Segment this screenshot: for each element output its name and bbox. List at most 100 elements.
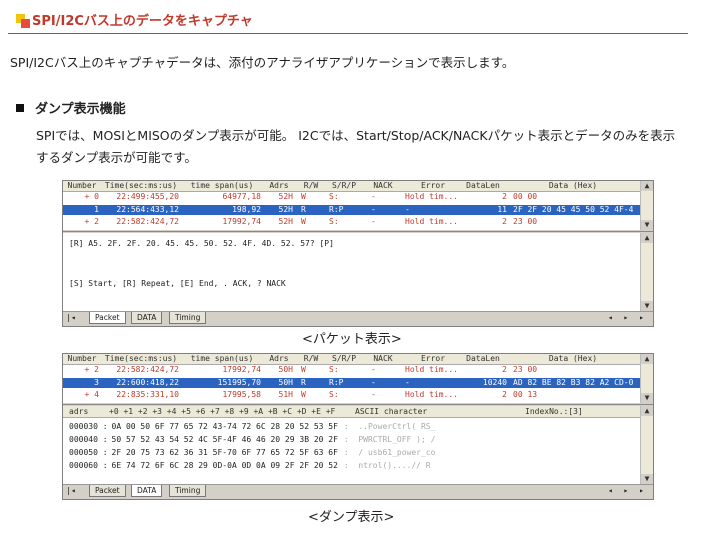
scroll-up-icon[interactable]: ▲ — [641, 354, 653, 364]
cell-rw: R — [301, 204, 306, 214]
dump-view-caption: <ダンプ表示> — [308, 510, 395, 525]
grid-scrollbar[interactable]: ▲ ▼ — [640, 354, 653, 403]
dump-hex-bytes: 2F 20 75 73 62 36 31 5F-70 6F 77 65 72 5… — [111, 448, 338, 457]
cell-datalen: 2 — [502, 192, 507, 201]
tab-data[interactable]: DATA — [131, 312, 163, 324]
column-header-number[interactable]: Number — [65, 181, 99, 191]
cell-datalen: 2 — [502, 365, 507, 374]
cell-error: Hold tim... — [405, 365, 458, 374]
column-header-nack[interactable]: NACK — [371, 181, 395, 191]
cell-time: 22:600:418,22 — [116, 377, 179, 387]
hex-dump-line: 000060 :6E 74 72 6F 6C 28 29 0D-0A 0D 0A… — [69, 461, 431, 470]
column-header-number[interactable]: Number — [65, 354, 99, 364]
cell-adrs: 50H — [278, 377, 293, 387]
dump-ascii: : ntrol()....// R — [343, 461, 431, 470]
cell-adrs: 52H — [278, 204, 293, 214]
cell-srp: R:P — [329, 204, 344, 214]
cell-time: 22:564:433,12 — [116, 204, 179, 214]
packet-row[interactable]: 3 22:600:418,22 151995,70 50H R R:P - - 10240 AD … — [63, 377, 641, 388]
scroll-down-icon[interactable]: ▼ — [641, 474, 653, 484]
cell-error: - — [405, 377, 410, 387]
cell-srp: S: — [329, 390, 339, 399]
scroll-down-icon[interactable]: ▼ — [641, 220, 653, 230]
column-header-datalen[interactable]: DataLen — [459, 181, 507, 191]
packet-row[interactable]: + 2 22:582:424,72 17992,74 52H W S: - Hold tim.… — [63, 217, 641, 227]
cell-datalen: 2 — [502, 217, 507, 226]
grid-scrollbar[interactable]: ▲ ▼ — [640, 181, 653, 230]
packet-row[interactable]: + 0 22:499:455,20 64977,18 52H W S: - Hold tim.… — [63, 192, 641, 202]
column-header-error[interactable]: Error — [405, 181, 461, 191]
scroll-down-icon[interactable]: ▼ — [641, 393, 653, 403]
tab-packet[interactable]: Packet — [89, 312, 126, 324]
tab-timing[interactable]: Timing — [169, 312, 207, 324]
dump-address: 000030 : — [69, 422, 108, 431]
scroll-up-icon[interactable]: ▲ — [641, 406, 653, 416]
scroll-up-icon[interactable]: ▲ — [641, 233, 653, 243]
page-title: SPI/I2Cバス上のデータをキャプチャ — [32, 14, 253, 29]
cell-data: 23 00 — [513, 217, 538, 226]
column-header-rw[interactable]: R/W — [301, 354, 321, 364]
packet-row[interactable]: 1 22:564:433,12 198,92 52H R R:P - - 11 2F 2F 20 … — [63, 204, 641, 215]
dump-address: 000060 : — [69, 461, 108, 470]
cell-adrs: 51H — [278, 390, 293, 399]
cell-error: Hold tim... — [405, 192, 458, 201]
cell-time: 22:582:424,72 — [116, 365, 179, 374]
square-bullet-icon — [16, 104, 24, 112]
cell-srp: S: — [329, 217, 339, 226]
column-header-data[interactable]: Data (Hex) — [513, 181, 633, 191]
cell-data: 00 00 — [513, 192, 538, 201]
text-scrollbar[interactable]: ▲ ▼ — [640, 233, 653, 311]
tab-timing[interactable]: Timing — [169, 485, 207, 497]
cell-nack: - — [371, 192, 376, 201]
cell-span: 198,92 — [232, 204, 261, 214]
scroll-up-icon[interactable]: ▲ — [641, 181, 653, 191]
hex-header-adrs: adrs — [69, 407, 89, 416]
column-header-srp[interactable]: S/R/P — [329, 181, 359, 191]
packet-row[interactable]: + 2 22:582:424,72 17992,74 50H W S: - Hold tim.… — [63, 365, 641, 375]
cell-data: 23 00 — [513, 365, 538, 374]
column-header-nack[interactable]: NACK — [371, 354, 395, 364]
packet-text-pane: [R] A5. 2F. 2F. 20. 45. 45. 50. 52. 4F. … — [63, 233, 641, 311]
column-header-rw[interactable]: R/W — [301, 181, 321, 191]
column-header-span[interactable]: time span(us) — [183, 181, 261, 191]
column-header-time[interactable]: Time(sec:ms:us) — [103, 181, 179, 191]
dump-hex-bytes: 50 57 52 43 54 52 4C 5F-4F 46 46 20 29 3… — [111, 435, 338, 444]
tab-data[interactable]: DATA — [131, 485, 163, 497]
cell-number: + 2 — [84, 217, 99, 226]
hex-dump-line: 000030 :0A 00 50 6F 77 65 72 43-74 72 6C… — [69, 422, 435, 431]
column-header-srp[interactable]: S/R/P — [329, 354, 359, 364]
cell-span: 17992,74 — [222, 365, 261, 374]
dump-scrollbar[interactable]: ▲ ▼ — [640, 406, 653, 484]
column-header-time[interactable]: Time(sec:ms:us) — [103, 354, 179, 364]
packet-view-window: Number Time(sec:ms:us) time span(us) Adrs R/… — [62, 180, 654, 327]
column-header-datalen[interactable]: DataLen — [459, 354, 507, 364]
column-header-error[interactable]: Error — [405, 354, 461, 364]
tab-scroll-left-icon[interactable]: |◂ — [66, 313, 76, 322]
column-header-span[interactable]: time span(us) — [183, 354, 261, 364]
column-header-data[interactable]: Data (Hex) — [513, 354, 633, 364]
column-header-adrs[interactable]: Adrs — [265, 354, 293, 364]
grid-header: Number Time(sec:ms:us) time span(us) Adrs R/… — [63, 181, 641, 192]
packet-row[interactable]: + 4 22:835:331,10 17995,58 51H W S: - Hold tim.… — [63, 390, 641, 400]
cell-nack: - — [371, 377, 376, 387]
section-heading: ダンプ表示機能 — [16, 98, 126, 117]
column-header-adrs[interactable]: Adrs — [265, 181, 293, 191]
cell-number: + 4 — [84, 390, 99, 399]
cell-time: 22:582:424,72 — [116, 217, 179, 226]
cell-rw: W — [301, 390, 306, 399]
cell-time: 22:835:331,10 — [116, 390, 179, 399]
dump-ascii: : PWRCTRL_OFF ); / — [343, 435, 436, 444]
hex-header: adrs +0 +1 +2 +3 +4 +5 +6 +7 +8 +9 +A +B… — [63, 406, 641, 418]
dump-address: 000040 : — [69, 435, 108, 444]
tab-packet[interactable]: Packet — [89, 485, 126, 497]
cell-nack: - — [371, 204, 376, 214]
view-tab-bar: |◂ Packet DATA Timing ◂ ▸ ▸ — [63, 484, 653, 499]
tab-nav-icons[interactable]: ◂ ▸ ▸ — [608, 313, 647, 322]
section-title-bar: SPI/I2Cバス上のデータをキャプチャ — [8, 9, 688, 34]
cell-datalen: 10240 — [482, 377, 507, 387]
tab-nav-icons[interactable]: ◂ ▸ ▸ — [608, 486, 647, 495]
tab-scroll-left-icon[interactable]: |◂ — [66, 486, 76, 495]
packet-grid: Number Time(sec:ms:us) time span(us) Adrs R/… — [63, 181, 641, 230]
scroll-down-icon[interactable]: ▼ — [641, 301, 653, 311]
cell-number: 1 — [94, 204, 99, 214]
